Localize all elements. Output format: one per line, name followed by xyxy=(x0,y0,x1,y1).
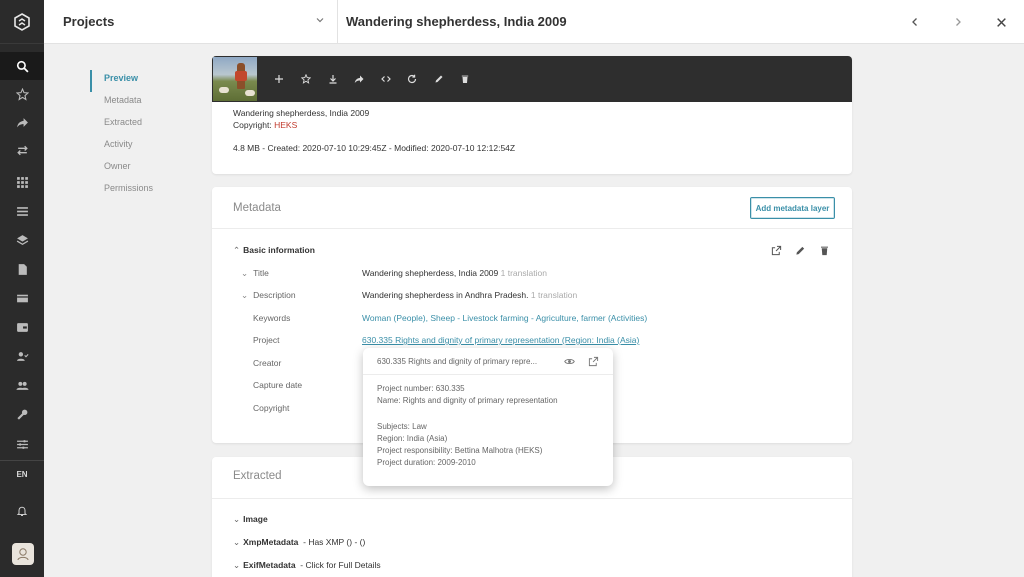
copyright-label: Copyright: xyxy=(233,120,272,130)
project-popover: 630.335 Rights and dignity of primary re… xyxy=(363,348,613,486)
keywords-field-value[interactable]: Woman (People), Sheep - Livestock farmin… xyxy=(362,313,647,323)
star-icon[interactable] xyxy=(0,80,44,108)
section-nav: Preview Metadata Extracted Activity Owne… xyxy=(90,70,200,202)
extracted-xmp-toggle[interactable]: ⌄ XmpMetadata - Has XMP () - () xyxy=(233,537,365,548)
left-rail: EN xyxy=(0,0,44,577)
metadata-row-description: ⌄ Description Wandering shepherdess in An… xyxy=(212,290,852,304)
basic-information-toggle[interactable]: ⌃ Basic information xyxy=(233,245,315,256)
keywords-field-label: Keywords xyxy=(253,313,291,323)
metadata-row-title: ⌄ Title Wandering shepherdess, India 2009… xyxy=(212,268,852,282)
creator-field-label: Creator xyxy=(253,358,282,368)
section-nav-metadata[interactable]: Metadata xyxy=(90,92,200,114)
document-icon[interactable] xyxy=(0,255,44,283)
section-nav-extracted[interactable]: Extracted xyxy=(90,114,200,136)
description-translation-note[interactable]: 1 translation xyxy=(531,290,577,300)
previous-record-button[interactable] xyxy=(906,13,924,31)
title-field-label[interactable]: ⌄ Title xyxy=(241,268,269,279)
copyright-value: HEKS xyxy=(274,120,298,130)
edit-icon[interactable] xyxy=(431,71,447,87)
basic-information-label: Basic information xyxy=(243,245,315,255)
exif-value: - Click for Full Details xyxy=(300,560,381,570)
popover-project-number: Project number: 630.335 xyxy=(377,384,465,393)
chevron-right-icon xyxy=(956,18,961,26)
rail-divider xyxy=(0,460,44,461)
chevron-down-icon xyxy=(316,18,324,23)
trash-icon[interactable] xyxy=(817,243,831,257)
transfer-icon[interactable] xyxy=(0,136,44,164)
capture-date-field-label: Capture date xyxy=(253,380,303,390)
chevron-up-icon: ⌃ xyxy=(233,245,241,255)
close-icon xyxy=(996,17,1006,27)
section-nav-preview[interactable]: Preview xyxy=(90,70,200,92)
code-icon[interactable] xyxy=(378,71,394,87)
section-nav-owner[interactable]: Owner xyxy=(90,158,200,180)
add-icon[interactable] xyxy=(271,71,287,87)
open-external-icon[interactable] xyxy=(586,354,600,368)
chevron-left-icon xyxy=(912,18,917,26)
preview-toolbar xyxy=(212,56,852,102)
download-icon[interactable] xyxy=(325,71,341,87)
project-field-value[interactable]: 630.335 Rights and dignity of primary re… xyxy=(362,335,639,345)
metadata-heading: Metadata xyxy=(233,202,281,214)
project-selector-label: Projects xyxy=(63,14,115,29)
share-icon[interactable] xyxy=(0,108,44,136)
top-bar: Projects Wandering shepherdess, India 20… xyxy=(44,0,1024,44)
next-record-button[interactable] xyxy=(949,13,967,31)
copyright-field-label: Copyright xyxy=(253,403,290,413)
users-icon[interactable] xyxy=(0,371,44,399)
popover-title: 630.335 Rights and dignity of primary re… xyxy=(377,357,538,366)
preview-caption: Wandering shepherdess, India 2009 xyxy=(233,108,370,118)
xmp-value: - Has XMP () - () xyxy=(303,537,366,547)
popover-name: Name: Rights and dignity of primary repr… xyxy=(377,396,558,405)
wrench-icon[interactable] xyxy=(0,400,44,428)
record-title: Wandering shepherdess, India 2009 xyxy=(346,14,567,29)
preview-thumbnail[interactable] xyxy=(213,57,257,101)
share-icon[interactable] xyxy=(351,71,367,87)
edit-icon[interactable] xyxy=(793,243,807,257)
preview-card: Wandering shepherdess, India 2009 Copyri… xyxy=(212,56,852,174)
popover-divider xyxy=(363,374,613,375)
title-translation-note[interactable]: 1 translation xyxy=(501,268,547,278)
trash-icon[interactable] xyxy=(457,71,473,87)
description-field-label[interactable]: ⌄ Description xyxy=(241,290,296,301)
preview-copyright: Copyright: HEKS xyxy=(233,120,297,130)
wallet-icon[interactable] xyxy=(0,313,44,341)
language-switcher[interactable]: EN xyxy=(0,470,44,479)
metadata-header: Metadata Add metadata layer xyxy=(212,187,852,229)
description-field-value: Wandering shepherdess in Andhra Pradesh.… xyxy=(362,290,578,300)
open-external-icon[interactable] xyxy=(769,243,783,257)
add-metadata-layer-button[interactable]: Add metadata layer xyxy=(750,197,835,219)
popover-duration: Project duration: 2009-2010 xyxy=(377,458,476,467)
search-icon[interactable] xyxy=(0,52,44,80)
refresh-icon[interactable] xyxy=(404,71,420,87)
popover-responsibility: Project responsibility: Bettina Malhotra… xyxy=(377,446,543,455)
extracted-exif-toggle[interactable]: ⌄ ExifMetadata - Click for Full Details xyxy=(233,560,381,571)
list-icon[interactable] xyxy=(0,197,44,225)
star-icon[interactable] xyxy=(298,71,314,87)
eye-icon[interactable] xyxy=(562,354,576,368)
app-logo-icon[interactable] xyxy=(0,0,44,44)
file-info: 4.8 MB - Created: 2020-07-10 10:29:45Z -… xyxy=(233,143,516,153)
grid-icon[interactable] xyxy=(0,168,44,196)
section-nav-activity[interactable]: Activity xyxy=(90,136,200,158)
extracted-image-toggle[interactable]: ⌄ Image xyxy=(233,514,268,525)
extracted-heading: Extracted xyxy=(233,470,282,482)
bell-icon[interactable] xyxy=(0,500,44,522)
popover-region: Region: India (Asia) xyxy=(377,434,448,443)
project-selector[interactable]: Projects xyxy=(44,0,338,44)
metadata-row-keywords: Keywords Woman (People), Sheep - Livesto… xyxy=(212,313,852,327)
project-field-label: Project xyxy=(253,335,280,345)
metadata-row-project: Project 630.335 Rights and dignity of pr… xyxy=(212,335,852,349)
title-field-value: Wandering shepherdess, India 2009 1 tran… xyxy=(362,268,547,278)
sliders-icon[interactable] xyxy=(0,430,44,458)
avatar[interactable] xyxy=(12,543,34,565)
user-check-icon[interactable] xyxy=(0,342,44,370)
card-icon[interactable] xyxy=(0,284,44,312)
close-button[interactable] xyxy=(992,13,1010,31)
layers-icon[interactable] xyxy=(0,226,44,254)
section-nav-permissions[interactable]: Permissions xyxy=(90,180,200,202)
popover-subjects: Subjects: Law xyxy=(377,422,427,431)
